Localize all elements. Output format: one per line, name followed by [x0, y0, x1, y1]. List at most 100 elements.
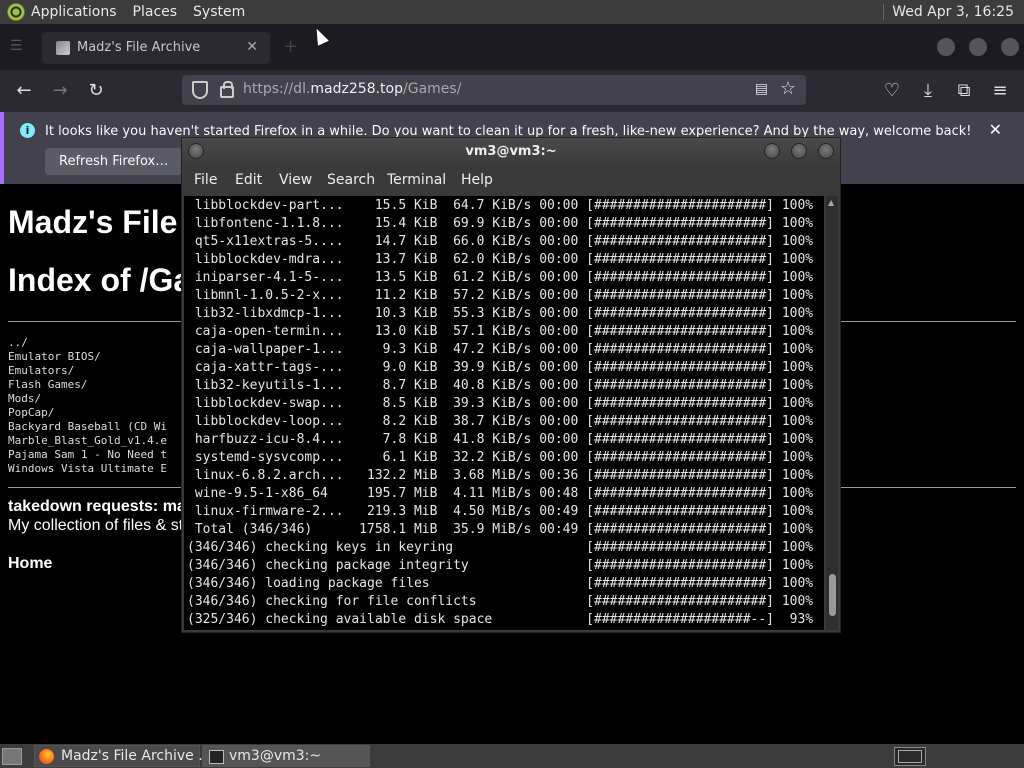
terminal-menubar: File Edit View Search Terminal Help	[182, 166, 840, 194]
terminal-title: vm3@vm3:~	[465, 144, 557, 159]
scroll-thumb[interactable]	[829, 574, 836, 616]
listing-item[interactable]: PopCap/	[8, 406, 167, 420]
terminal-lines: libblockdev-part... 15.5 KiB 64.7 KiB/s …	[187, 197, 813, 629]
info-icon: i	[20, 123, 35, 138]
file-listing: ../Emulator BIOS/Emulators/Flash Games/M…	[8, 336, 167, 476]
index-heading: Index of /Ga	[8, 262, 192, 298]
downloads-icon[interactable]: ⤓	[915, 78, 941, 104]
minimize-icon[interactable]	[764, 143, 780, 159]
menu-terminal[interactable]: Terminal	[387, 172, 446, 188]
taskbar-item-firefox[interactable]: Madz's File Archive ...	[34, 745, 212, 767]
tab-madz-archive[interactable]: Madz's File Archive ✕	[42, 32, 270, 64]
menu-help[interactable]: Help	[461, 172, 493, 188]
top-panel: Applications Places System Wed Apr 3, 16…	[0, 0, 1024, 24]
maximize-icon[interactable]	[969, 38, 987, 56]
forward-icon[interactable]: →	[47, 78, 73, 104]
close-window-icon[interactable]	[1001, 38, 1019, 56]
listing-item[interactable]: Pajama Sam 1 - No Need t	[8, 448, 167, 462]
listing-item[interactable]: Mods/	[8, 392, 167, 406]
url-text[interactable]: https://dl.madz258.top/Games/	[243, 81, 461, 97]
tab-title: Madz's File Archive	[77, 40, 201, 55]
list-all-tabs-icon[interactable]: ☰	[10, 38, 28, 54]
scroll-up-icon[interactable]: ▲	[828, 198, 834, 207]
terminal-line: libmnl-1.0.5-2-x... 11.2 KiB 57.2 KiB/s …	[187, 288, 814, 303]
collection-text: My collection of files & st	[8, 517, 184, 534]
menu-edit[interactable]: Edit	[235, 172, 262, 188]
tab-close-icon[interactable]: ✕	[246, 39, 258, 55]
window-menu-icon[interactable]	[188, 143, 204, 159]
reload-icon[interactable]: ↻	[83, 78, 109, 104]
maximize-icon[interactable]	[791, 143, 807, 159]
terminal-line: (346/346) checking for file conflicts [#…	[187, 594, 814, 609]
listing-item[interactable]: ../	[8, 336, 167, 350]
terminal-output[interactable]: libblockdev-part... 15.5 KiB 64.7 KiB/s …	[184, 196, 824, 630]
terminal-line: wine-9.5-1-x86_64 195.7 MiB 4.11 MiB/s 0…	[187, 486, 814, 501]
tracking-protection-icon[interactable]	[192, 81, 208, 99]
listing-item[interactable]: Emulators/	[8, 364, 167, 378]
url-domain: madz258.top	[310, 81, 403, 97]
listing-item[interactable]: Windows Vista Ultimate E	[8, 462, 167, 476]
tab-favicon-icon	[56, 41, 70, 55]
terminal-window: vm3@vm3:~ File Edit View Search Terminal…	[182, 138, 840, 632]
taskbar-label: Madz's File Archive ...	[61, 748, 212, 764]
clock[interactable]: Wed Apr 3, 16:25	[883, 4, 1014, 20]
url-path: /Games/	[403, 81, 462, 97]
terminal-line: libblockdev-part... 15.5 KiB 64.7 KiB/s …	[187, 198, 814, 213]
terminal-line: qt5-x11extras-5.... 14.7 KiB 66.0 KiB/s …	[187, 234, 814, 249]
listing-item[interactable]: Flash Games/	[8, 378, 167, 392]
places-menu[interactable]: Places	[133, 4, 178, 20]
taskbar-item-terminal[interactable]: vm3@vm3:~	[202, 745, 370, 767]
terminal-line: linux-firmware-2... 219.3 MiB 4.50 MiB/s…	[187, 504, 814, 519]
terminal-line: (346/346) loading package files [#######…	[187, 576, 814, 591]
back-icon[interactable]: ←	[11, 78, 37, 104]
terminal-line: systemd-sysvcomp... 6.1 KiB 32.2 KiB/s 0…	[187, 450, 814, 465]
close-icon[interactable]	[818, 143, 834, 159]
minimize-icon[interactable]	[937, 38, 955, 56]
url-prefix: https://dl.	[243, 81, 311, 97]
terminal-line: (346/346) checking package integrity [##…	[187, 558, 814, 573]
reader-view-icon[interactable]: ▤	[755, 81, 768, 97]
terminal-line: (346/346) checking keys in keyring [####…	[187, 540, 814, 555]
bookmark-star-icon[interactable]: ☆	[780, 78, 796, 99]
notification-message: It looks like you haven't started Firefo…	[45, 124, 972, 139]
terminal-line: lib32-libxdmcp-1... 10.3 KiB 55.3 KiB/s …	[187, 306, 814, 321]
terminal-line: libfontenc-1.1.8... 15.4 KiB 69.9 KiB/s …	[187, 216, 814, 231]
terminal-line: libblockdev-loop... 8.2 KiB 38.7 KiB/s 0…	[187, 414, 814, 429]
extensions-icon[interactable]: ⧉	[951, 78, 977, 104]
terminal-icon	[209, 750, 224, 764]
refresh-firefox-button[interactable]: Refresh Firefox…	[45, 148, 183, 175]
menu-file[interactable]: File	[194, 172, 217, 188]
distro-logo-icon[interactable]	[7, 3, 25, 21]
terminal-line: libblockdev-mdra... 13.7 KiB 62.0 KiB/s …	[187, 252, 814, 267]
firefox-icon	[39, 749, 54, 764]
terminal-line: (325/346) checking available disk space …	[187, 612, 814, 627]
terminal-scrollbar[interactable]: ▲	[826, 196, 838, 630]
terminal-line: lib32-keyutils-1... 8.7 KiB 40.8 KiB/s 0…	[187, 378, 814, 393]
lock-icon[interactable]	[220, 81, 234, 98]
notification-close-icon[interactable]: ✕	[989, 120, 1002, 139]
taskbar-label: vm3@vm3:~	[229, 748, 322, 764]
menu-search[interactable]: Search	[327, 172, 375, 188]
terminal-line: caja-wallpaper-1... 9.3 KiB 47.2 KiB/s 0…	[187, 342, 814, 357]
home-link[interactable]: Home	[8, 555, 52, 573]
show-desktop-icon[interactable]	[2, 748, 22, 765]
listing-item[interactable]: Marble_Blast_Gold_v1.4.e	[8, 434, 167, 448]
pocket-icon[interactable]: ♡	[879, 78, 905, 104]
applications-menu[interactable]: Applications	[31, 4, 117, 20]
workspace-switcher[interactable]	[894, 747, 926, 766]
terminal-titlebar[interactable]: vm3@vm3:~	[182, 138, 840, 166]
listing-item[interactable]: Backyard Baseball (CD Wi	[8, 420, 167, 434]
system-menu[interactable]: System	[193, 4, 245, 20]
terminal-line: caja-open-termin... 13.0 KiB 57.1 KiB/s …	[187, 324, 814, 339]
new-tab-icon[interactable]: +	[283, 36, 298, 57]
terminal-line: harfbuzz-icu-8.4... 7.8 KiB 41.8 KiB/s 0…	[187, 432, 814, 447]
terminal-line: libblockdev-swap... 8.5 KiB 39.3 KiB/s 0…	[187, 396, 814, 411]
menu-view[interactable]: View	[279, 172, 312, 188]
url-bar[interactable]: https://dl.madz258.top/Games/ ▤ ☆	[182, 75, 806, 105]
terminal-line: iniparser-4.1-5-... 13.5 KiB 61.2 KiB/s …	[187, 270, 814, 285]
page-title: Madz's File	[8, 204, 178, 240]
terminal-line: caja-xattr-tags-... 9.0 KiB 39.9 KiB/s 0…	[187, 360, 814, 375]
listing-item[interactable]: Emulator BIOS/	[8, 350, 167, 364]
navigation-bar: ← → ↻ https://dl.madz258.top/Games/ ▤ ☆ …	[0, 70, 1024, 112]
app-menu-icon[interactable]: ≡	[987, 78, 1013, 104]
